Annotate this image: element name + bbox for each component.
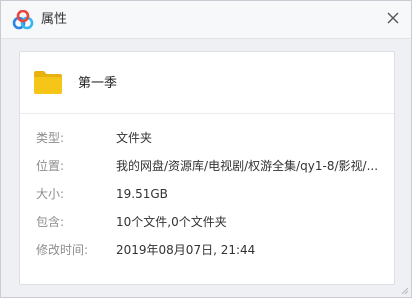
properties-panel: 第一季 类型: 文件夹 位置: 我的网盘/资源库/电视剧/权游全集/qy1-8/… bbox=[19, 51, 395, 285]
folder-icon bbox=[34, 71, 62, 94]
property-label: 修改时间: bbox=[36, 243, 89, 257]
property-value: 文件夹 bbox=[116, 131, 153, 145]
location-path[interactable]: 我的网盘/资源库/电视剧/权游全集/qy1-8/影视/... bbox=[116, 157, 382, 175]
file-name: 第一季 bbox=[78, 76, 118, 91]
title-bar[interactable]: 属性 bbox=[1, 1, 411, 39]
property-value: 19.51GB bbox=[116, 187, 168, 201]
property-label: 位置: bbox=[36, 159, 65, 173]
close-icon bbox=[387, 12, 399, 24]
dialog-title: 属性 bbox=[41, 12, 68, 27]
file-header: 第一季 bbox=[20, 52, 394, 114]
close-button[interactable] bbox=[383, 8, 403, 28]
property-value: 10个文件,0个文件夹 bbox=[116, 215, 227, 229]
property-label: 类型: bbox=[36, 131, 65, 145]
property-label: 大小: bbox=[36, 187, 65, 201]
properties-dialog: 属性 第一季 类型: 文件夹 位置: 我的网盘/资源库/电视剧/权游全集/qy1… bbox=[0, 0, 412, 298]
baidu-netdisk-logo-icon bbox=[12, 10, 34, 30]
property-value: 2019年08月07日, 21:44 bbox=[116, 243, 256, 257]
property-label: 包含: bbox=[36, 215, 65, 229]
resize-grip-icon[interactable] bbox=[399, 285, 409, 295]
